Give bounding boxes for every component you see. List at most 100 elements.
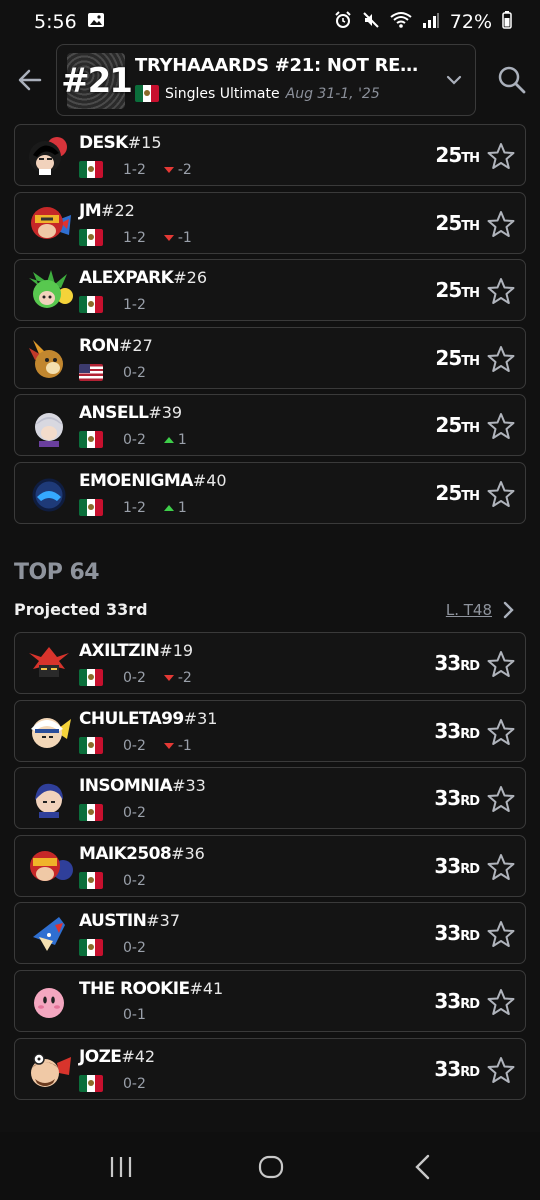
- section-title: TOP 64: [14, 560, 100, 585]
- placement: 25TH: [435, 481, 480, 505]
- placement: 25TH: [435, 278, 480, 302]
- player-card[interactable]: ANSELL #39 0-2 1 25TH: [14, 394, 526, 456]
- placement: 25TH: [435, 211, 480, 235]
- event-header-card[interactable]: #21 TRYHAAARDS #21: NOT READY TO D... Si…: [56, 44, 476, 116]
- star-icon[interactable]: [487, 412, 515, 440]
- star-icon[interactable]: [487, 1056, 515, 1084]
- match-record: 0-2: [123, 737, 146, 754]
- losers-bracket-link[interactable]: L. T48: [446, 601, 492, 619]
- event-subtitle: Singles Ultimate Aug 31-1, '25: [135, 85, 380, 102]
- status-time: 5:56: [34, 11, 77, 33]
- chevron-down-icon[interactable]: [443, 69, 465, 91]
- placement: 25TH: [435, 346, 480, 370]
- star-icon[interactable]: [487, 650, 515, 678]
- player-seed: #41: [189, 979, 224, 998]
- player-card[interactable]: MAIK2508 #36 0-2 33RD: [14, 835, 526, 897]
- back-arrow-icon[interactable]: [12, 62, 48, 98]
- mexico-flag-icon: [79, 669, 103, 686]
- match-record: 0-2: [123, 1075, 146, 1092]
- match-record: 0-2: [123, 939, 146, 956]
- character-avatar-icon: [25, 336, 75, 382]
- mexico-flag-icon: [79, 296, 103, 313]
- up-triangle-icon: [163, 504, 174, 511]
- match-record: 0-2: [123, 431, 146, 448]
- player-seed: #27: [118, 336, 153, 355]
- player-seed: #31: [183, 709, 218, 728]
- battery-percent: 72%: [449, 11, 492, 33]
- star-icon[interactable]: [487, 277, 515, 305]
- home-icon[interactable]: [256, 1152, 286, 1182]
- player-card[interactable]: RON #27 0-2 25TH: [14, 327, 526, 389]
- star-icon[interactable]: [487, 853, 515, 881]
- player-name: JM: [79, 201, 102, 221]
- player-card[interactable]: DESK #15 1-2 -2 25TH: [14, 124, 526, 186]
- signal-icon: [422, 12, 440, 32]
- seed-delta: 1: [163, 432, 187, 448]
- player-card[interactable]: EMOENIGMA #40 1-2 1 25TH: [14, 462, 526, 524]
- star-icon[interactable]: [487, 718, 515, 746]
- down-triangle-icon: [163, 742, 174, 749]
- mexico-flag-icon: [79, 161, 103, 178]
- chevron-right-icon[interactable]: [500, 600, 516, 620]
- character-avatar-icon: [25, 201, 75, 247]
- recent-apps-icon[interactable]: [106, 1152, 136, 1182]
- back-icon[interactable]: [408, 1152, 438, 1182]
- player-seed: #19: [159, 641, 194, 660]
- down-triangle-icon: [163, 674, 174, 681]
- match-record: 0-2: [123, 804, 146, 821]
- match-record: 1-2: [123, 499, 146, 516]
- player-card[interactable]: JOZE #42 0-2 33RD: [14, 1038, 526, 1100]
- player-name: EMOENIGMA: [79, 471, 193, 491]
- event-title: TRYHAAARDS #21: NOT READY TO D...: [135, 55, 425, 76]
- battery-icon: [502, 11, 512, 33]
- wifi-icon: [390, 11, 412, 33]
- player-name: ANSELL: [79, 403, 149, 423]
- event-date: Aug 31-1, '25: [285, 85, 380, 102]
- star-icon[interactable]: [487, 988, 515, 1016]
- player-card[interactable]: CHULETA99 #31 0-2 -1 33RD: [14, 700, 526, 762]
- seed-delta: -2: [163, 162, 192, 178]
- down-triangle-icon: [163, 166, 174, 173]
- placement: 33RD: [434, 989, 480, 1013]
- status-bar: 5:56 72%: [0, 0, 540, 44]
- player-seed: #26: [173, 268, 207, 287]
- mexico-flag-icon: [79, 872, 103, 889]
- star-icon[interactable]: [487, 142, 515, 170]
- player-name: INSOMNIA: [79, 776, 173, 796]
- player-name: AUSTIN: [79, 911, 147, 931]
- seed-delta: -1: [163, 738, 192, 754]
- placement: 25TH: [435, 413, 480, 437]
- player-seed: #15: [127, 133, 162, 152]
- character-avatar-icon: [25, 911, 75, 957]
- match-record: 0-2: [123, 872, 146, 889]
- character-avatar-icon: [25, 403, 75, 449]
- star-icon[interactable]: [487, 480, 515, 508]
- star-icon[interactable]: [487, 210, 515, 238]
- player-seed: #36: [171, 844, 205, 863]
- character-avatar-icon: [25, 133, 75, 179]
- player-seed: #37: [146, 911, 180, 930]
- player-card[interactable]: ALEXPARK #26 1-2 25TH: [14, 259, 526, 321]
- placement: 25TH: [435, 143, 480, 167]
- character-avatar-icon: [25, 979, 75, 1025]
- character-avatar-icon: [25, 268, 75, 314]
- player-card[interactable]: INSOMNIA #33 0-2 33RD: [14, 767, 526, 829]
- player-card[interactable]: AXILTZIN #19 0-2 -2 33RD: [14, 632, 526, 694]
- player-card[interactable]: THE ROOKIE #41 0-1 33RD: [14, 970, 526, 1032]
- placement: 33RD: [434, 1057, 480, 1081]
- player-name: ALEXPARK: [79, 268, 174, 288]
- player-card[interactable]: AUSTIN #37 0-2 33RD: [14, 902, 526, 964]
- player-name: JOZE: [79, 1047, 122, 1067]
- mexico-flag-icon: [79, 499, 103, 516]
- star-icon[interactable]: [487, 920, 515, 948]
- mexico-flag-icon: [79, 229, 103, 246]
- placement: 33RD: [434, 921, 480, 945]
- match-record: 1-2: [123, 161, 146, 178]
- player-card[interactable]: JM #22 1-2 -1 25TH: [14, 192, 526, 254]
- star-icon[interactable]: [487, 785, 515, 813]
- star-icon[interactable]: [487, 345, 515, 373]
- mute-icon: [362, 11, 380, 33]
- seed-delta: -2: [163, 670, 192, 686]
- player-seed: #39: [148, 403, 183, 422]
- search-icon[interactable]: [494, 62, 530, 98]
